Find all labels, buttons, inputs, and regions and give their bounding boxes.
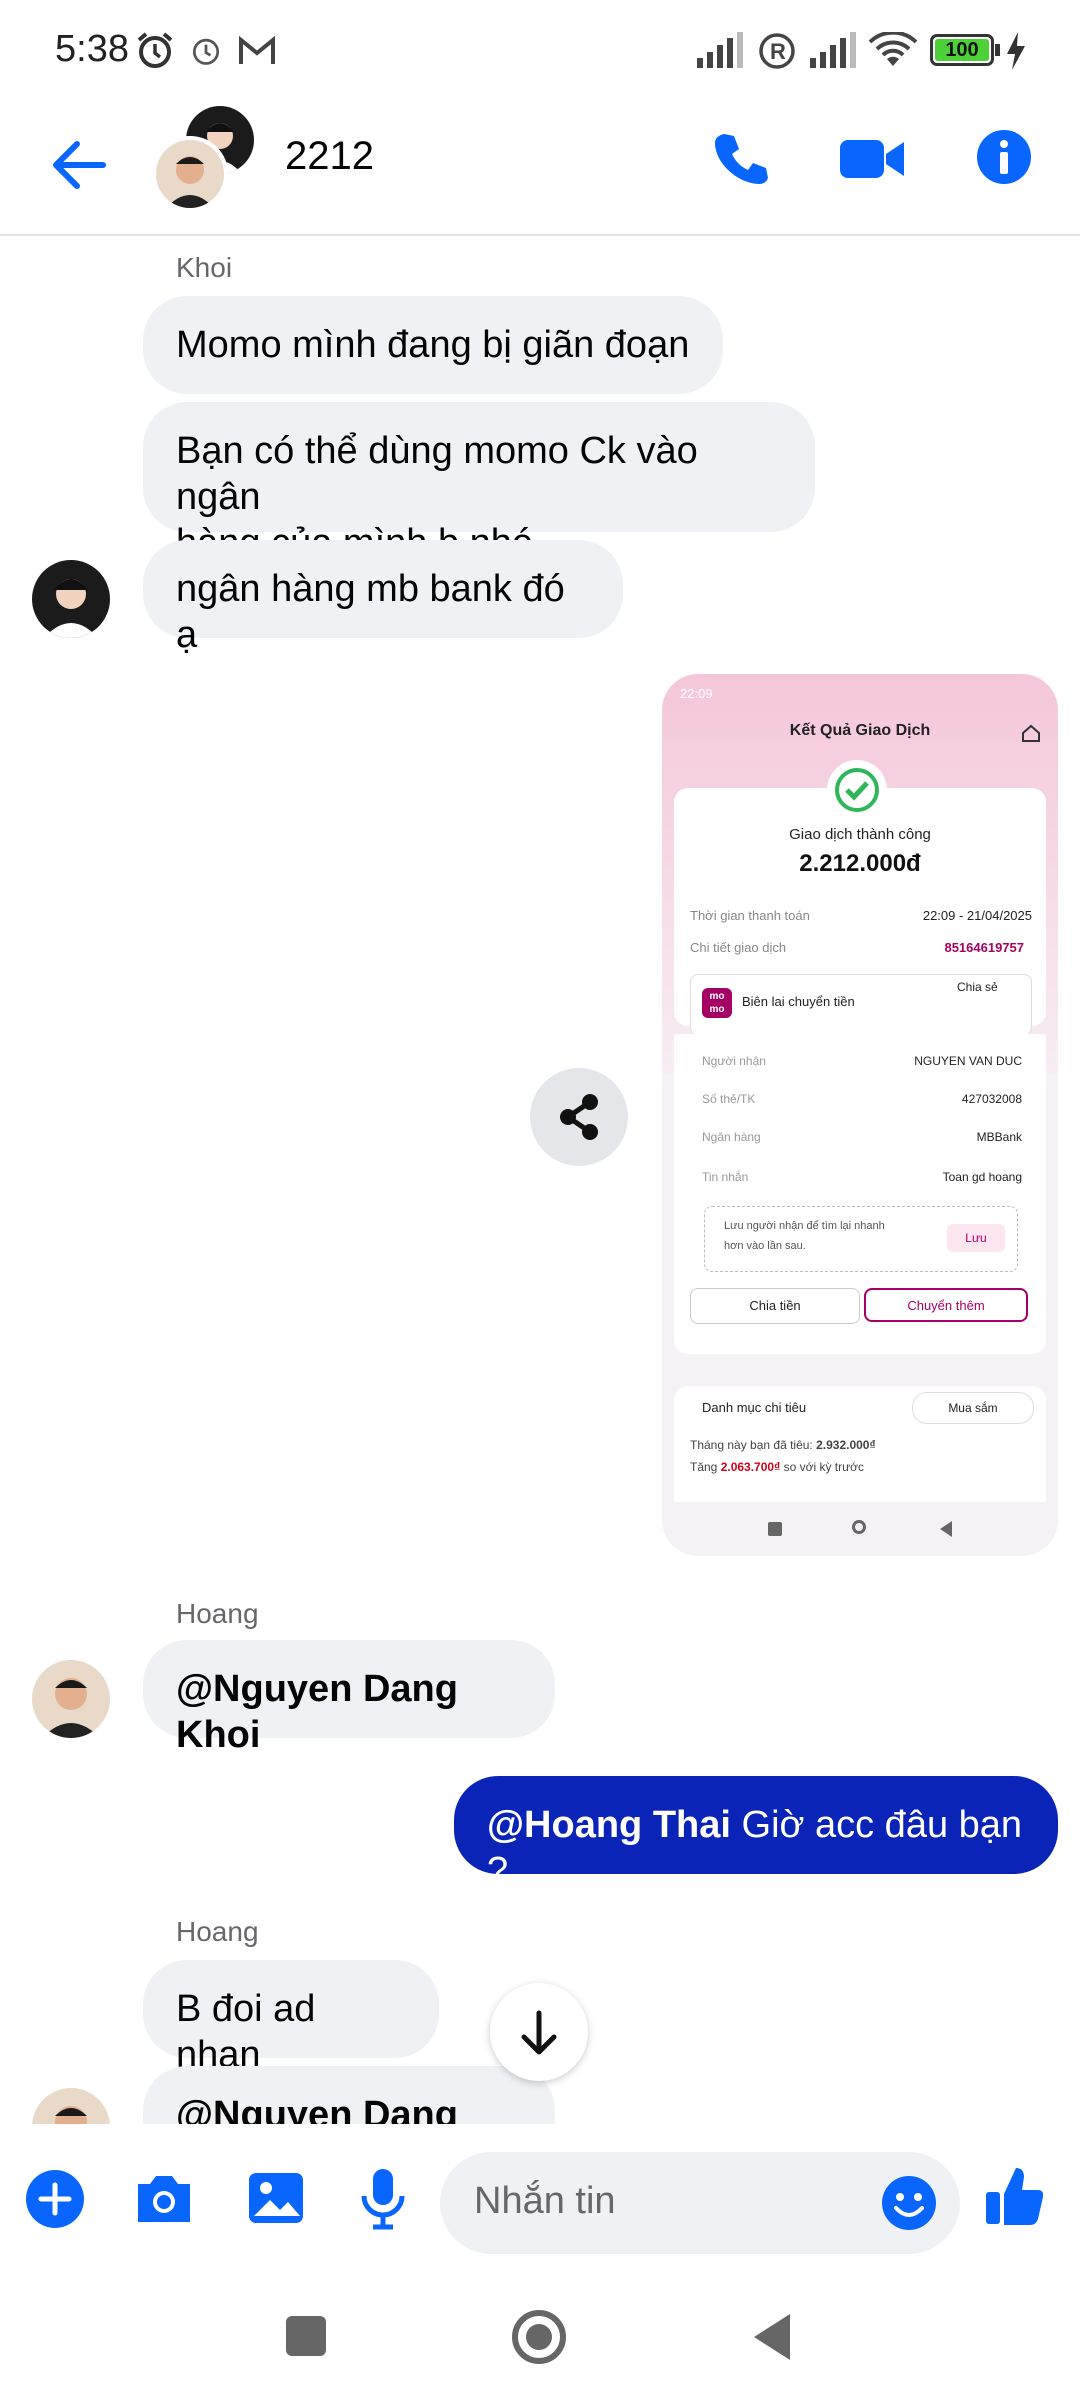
home-icon bbox=[1022, 724, 1040, 742]
back-arrow-icon[interactable] bbox=[45, 130, 115, 200]
camera-icon[interactable] bbox=[132, 2170, 196, 2226]
message-value: Toan gd hoang bbox=[942, 1170, 1022, 1184]
message-text: Momo mình đang bị giãn đoạn bbox=[176, 324, 690, 366]
gallery-icon[interactable] bbox=[246, 2170, 306, 2226]
alarm-outline-icon bbox=[192, 38, 220, 65]
message-bubble[interactable]: @Nguyen Dang Khoi bbox=[143, 1640, 555, 1756]
avatar[interactable] bbox=[32, 560, 110, 638]
receipt-share[interactable]: Chia sẻ bbox=[957, 980, 998, 994]
receipt-amount: 2.212.000đ bbox=[799, 850, 921, 877]
receipt-detail-label: Chi tiết giao dịch bbox=[690, 940, 787, 955]
avatar[interactable] bbox=[32, 1660, 110, 1738]
message-bubble[interactable]: Momo mình đang bị giãn đoạn bbox=[143, 296, 723, 394]
wifi-icon bbox=[868, 32, 918, 66]
phone-call-icon[interactable] bbox=[710, 128, 770, 188]
share-icon bbox=[560, 1094, 598, 1140]
increase-summary: Tăng 2.063.700₫ so với kỳ trước bbox=[690, 1460, 865, 1474]
status-time: 5:38 bbox=[55, 28, 129, 70]
receipt-time-label: Thời gian thanh toán bbox=[690, 908, 810, 923]
avatar[interactable] bbox=[32, 2088, 110, 2124]
charging-icon bbox=[1007, 32, 1025, 70]
share-button[interactable] bbox=[530, 1068, 628, 1166]
category-label: Danh mục chi tiêu bbox=[702, 1400, 807, 1415]
mention[interactable]: @Nguyen Dang Khoi bbox=[176, 1668, 458, 1756]
group-avatar-front[interactable] bbox=[152, 136, 228, 212]
gmail-icon bbox=[239, 36, 275, 64]
nav-back-button[interactable] bbox=[752, 2312, 792, 2362]
sender-name: Hoang bbox=[176, 1916, 259, 1947]
bank-label: Ngân hàng bbox=[702, 1130, 761, 1144]
transfer-more-button[interactable]: Chuyển thêm bbox=[864, 1288, 1028, 1322]
save-hint-line: hơn vào lần sau. bbox=[724, 1240, 806, 1252]
like-icon[interactable] bbox=[984, 2164, 1046, 2228]
emoji-icon[interactable] bbox=[880, 2174, 938, 2232]
message-label: Tin nhắn bbox=[702, 1170, 749, 1184]
receipt-title: Kết Quả Giao Dịch bbox=[789, 722, 931, 739]
receipt-detail-value[interactable]: 85164619757 bbox=[944, 940, 1024, 955]
signal-2-icon bbox=[810, 32, 856, 68]
receipt-success: Giao dịch thành công bbox=[789, 826, 931, 843]
conversation-title[interactable]: 2212 bbox=[285, 134, 374, 179]
bank-value: MBBank bbox=[976, 1130, 1022, 1144]
message-bubble-outgoing[interactable]: @Hoang Thai Giờ acc đâu bạn ? bbox=[454, 1776, 1058, 1892]
signal-icon bbox=[697, 32, 743, 68]
momo-logo: mo mo bbox=[702, 988, 732, 1018]
scroll-to-bottom-button[interactable] bbox=[490, 1983, 588, 2081]
message-text: B đoi ad nhan bbox=[176, 1988, 316, 2076]
battery-level: 100 bbox=[945, 39, 979, 61]
spent-summary: Tháng này bạn đã tiêu: 2.932.000₫ bbox=[690, 1438, 876, 1452]
arrow-down-icon bbox=[521, 2010, 557, 2055]
system-nav-bar bbox=[0, 2268, 1080, 2400]
save-recipient-button[interactable]: Lưu bbox=[947, 1224, 1005, 1252]
save-hint-line: Lưu người nhận để tìm lại nhanh bbox=[724, 1220, 885, 1232]
plus-icon[interactable] bbox=[24, 2168, 86, 2230]
message-input[interactable]: Nhắn tin bbox=[440, 2152, 960, 2254]
receipt-status-time: 22:09 bbox=[680, 686, 713, 701]
info-icon[interactable] bbox=[975, 128, 1033, 186]
account-label: Số thẻ/TK bbox=[702, 1092, 756, 1106]
roaming-icon: R bbox=[759, 33, 795, 69]
account-value: 427032008 bbox=[961, 1092, 1022, 1106]
sender-name: Hoang bbox=[176, 1598, 259, 1629]
mention[interactable]: @Hoang Thai bbox=[487, 1804, 731, 1846]
image-attachment[interactable]: 22:09 Kết Quả Giao Dịch Giao dịch thành … bbox=[662, 674, 1058, 1556]
mention[interactable]: @Nguyen Dang Khoi bbox=[176, 2094, 458, 2124]
home-button[interactable] bbox=[512, 2310, 566, 2364]
message-bubble[interactable]: Bạn có thể dùng momo Ck vào ngân hàng củ… bbox=[143, 402, 815, 564]
recent-apps-button[interactable] bbox=[286, 2316, 326, 2356]
recipient-label: Người nhận bbox=[702, 1054, 766, 1068]
success-check-icon bbox=[835, 768, 879, 812]
sender-name: Khoi bbox=[176, 252, 233, 283]
category-value[interactable]: Mua sắm bbox=[912, 1392, 1034, 1424]
conversation-header: 2212 bbox=[0, 100, 1080, 236]
svg-text:R: R bbox=[770, 39, 786, 64]
video-call-icon[interactable] bbox=[838, 134, 906, 184]
alarm-icon bbox=[137, 32, 173, 68]
receipt-label: Biên lai chuyển tiền bbox=[742, 994, 855, 1009]
recipient-value: NGUYEN VAN DUC bbox=[914, 1054, 1022, 1068]
message-input-placeholder: Nhắn tin bbox=[474, 2180, 616, 2222]
message-text: ngân hàng mb bank đó ạ bbox=[176, 568, 565, 656]
microphone-icon[interactable] bbox=[358, 2166, 408, 2230]
message-bubble[interactable]: B đoi ad nhan bbox=[143, 1960, 439, 2076]
split-money-button[interactable]: Chia tiền bbox=[690, 1288, 860, 1324]
message-text-line: Bạn có thể dùng momo Ck vào ngân bbox=[176, 430, 698, 518]
status-bar: 5:38 R 100 bbox=[0, 0, 1080, 100]
battery-icon: 100 bbox=[930, 34, 994, 66]
message-bubble[interactable]: ngân hàng mb bank đó ạ bbox=[143, 540, 623, 656]
receipt-time-value: 22:09 - 21/04/2025 bbox=[922, 908, 1032, 923]
